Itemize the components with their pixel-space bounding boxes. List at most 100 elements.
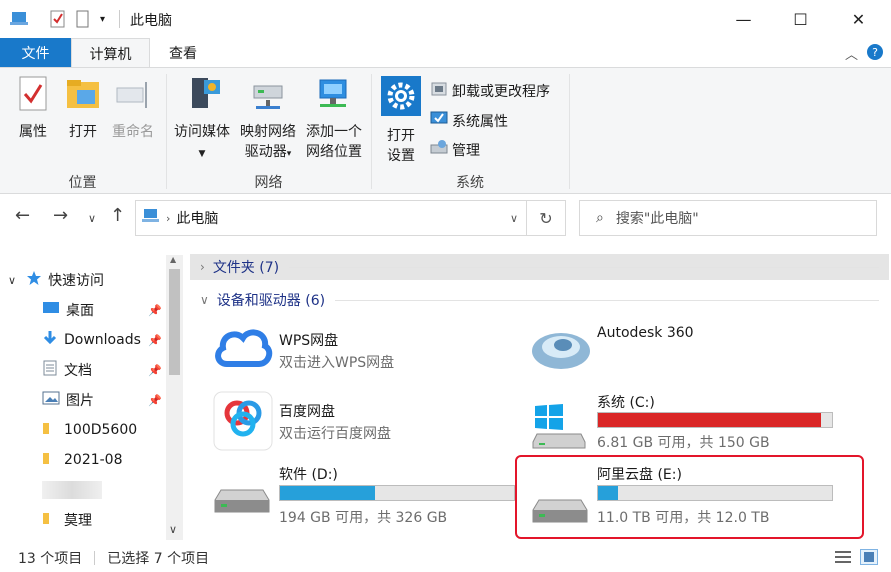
properties-quick-icon[interactable] xyxy=(50,10,66,32)
nav-quick-access[interactable]: ∨ 快速访问 xyxy=(8,266,104,294)
map-drive-label-1: 映射网络 xyxy=(240,124,296,140)
tab-computer[interactable]: 计算机 xyxy=(71,38,150,68)
device-tile-baidu[interactable]: 百度网盘 双击运行百度网盘 xyxy=(213,391,533,465)
nav-item-desktop[interactable]: 桌面 xyxy=(42,296,94,324)
properties-icon xyxy=(12,76,54,118)
explorer-app-icon[interactable] xyxy=(10,10,30,32)
scrollbar-thumb[interactable] xyxy=(169,269,180,375)
expand-chevron-icon[interactable]: ∨ xyxy=(8,274,16,287)
scroll-down-icon[interactable]: ∨ xyxy=(169,523,177,536)
devices-group-header[interactable]: ∨ 设备和驱动器 (6) xyxy=(190,287,889,313)
hard-drive-icon xyxy=(213,488,273,522)
search-icon: ⌕ xyxy=(596,210,604,226)
settings-gear-icon xyxy=(378,76,424,122)
desktop-icon xyxy=(42,301,60,319)
device-name: 系统 (C:) xyxy=(597,395,655,411)
quick-access-label: 快速访问 xyxy=(48,273,105,289)
folder-icon xyxy=(42,451,58,469)
search-input[interactable]: ⌕ 搜索"此电脑" xyxy=(579,200,877,236)
media-server-icon xyxy=(170,76,234,118)
access-media-label: 访问媒体 xyxy=(174,124,230,140)
map-drive-label-2: 驱动器 xyxy=(244,144,287,160)
nav-item-label: 桌面 xyxy=(66,303,94,319)
refresh-button[interactable]: ↻ xyxy=(526,200,566,236)
drive-usage-fill xyxy=(598,413,822,427)
drive-usage-fill xyxy=(280,486,375,500)
uninstall-icon xyxy=(430,80,448,102)
device-tile-wps[interactable]: WPS网盘 双击进入WPS网盘 xyxy=(213,329,533,394)
pin-icon[interactable]: 📌 xyxy=(148,394,162,407)
nav-item-downloads[interactable]: Downloads xyxy=(42,326,141,354)
open-button[interactable]: 打开 xyxy=(62,76,104,142)
device-tile-autodesk[interactable]: Autodesk 360 xyxy=(531,325,851,389)
system-properties-button[interactable]: 系统属性 xyxy=(430,110,508,132)
uninstall-label: 卸载或更改程序 xyxy=(452,84,550,100)
add-network-location-button[interactable]: 添加一个 网络位置 xyxy=(302,76,366,162)
device-name: Autodesk 360 xyxy=(597,325,694,341)
large-icons-view-icon[interactable] xyxy=(860,549,878,565)
nav-item-documents[interactable]: 文档 xyxy=(42,356,92,384)
maximize-button[interactable]: ☐ xyxy=(773,0,828,38)
pin-icon[interactable]: 📌 xyxy=(148,304,162,317)
wps-cloud-icon xyxy=(213,324,273,374)
nav-item-folder-moli[interactable]: 莫理 xyxy=(42,506,92,534)
collapse-ribbon-icon[interactable]: ︿ xyxy=(845,44,858,63)
tab-view[interactable]: 查看 xyxy=(155,38,211,68)
nav-item-folder-100d5600[interactable]: 100D5600 xyxy=(42,416,137,444)
document-icon xyxy=(42,360,58,380)
nav-item-blurred[interactable] xyxy=(42,476,102,504)
close-button[interactable]: ✕ xyxy=(831,0,886,38)
minimize-button[interactable]: — xyxy=(716,0,771,38)
manage-label: 管理 xyxy=(452,143,480,159)
navigation-pane: ∨ 快速访问 桌面 📌 Downloads 📌 文档 📌 图片 📌 100D56… xyxy=(0,255,185,540)
drive-space-info: 6.81 GB 可用，共 150 GB xyxy=(597,435,770,451)
address-bar[interactable]: › 此电脑 ∨ xyxy=(135,200,527,236)
item-count: 13 个项目 xyxy=(18,550,83,567)
properties-button[interactable]: 属性 xyxy=(12,76,54,142)
pin-icon[interactable]: 📌 xyxy=(148,364,162,377)
chevron-down-icon: ∨ xyxy=(200,293,209,307)
add-location-label-2: 网络位置 xyxy=(306,144,362,160)
open-settings-button[interactable]: 打开 设置 xyxy=(378,76,424,166)
nav-item-label: 100D5600 xyxy=(64,422,138,438)
details-view-icon[interactable] xyxy=(834,549,852,565)
window-title: 此电脑 xyxy=(130,13,172,29)
help-icon[interactable]: ? xyxy=(866,43,884,65)
nav-item-folder-2021-08[interactable]: 2021-08 xyxy=(42,446,123,474)
uninstall-program-button[interactable]: 卸载或更改程序 xyxy=(430,80,550,102)
up-icon[interactable]: ↑ xyxy=(110,205,125,226)
forward-icon[interactable]: → xyxy=(53,205,68,226)
access-media-button[interactable]: 访问媒体 ▼ xyxy=(170,76,234,164)
quick-access-dropdown-icon[interactable]: ▾ xyxy=(100,14,105,25)
map-network-drive-button[interactable]: 映射网络 驱动器▾ xyxy=(236,76,300,164)
nav-item-pictures[interactable]: 图片 xyxy=(42,386,94,414)
ribbon-separator xyxy=(569,74,570,189)
address-history-dropdown-icon[interactable]: ∨ xyxy=(510,212,518,225)
folders-group-header[interactable]: › 文件夹 (7) xyxy=(190,254,889,280)
breadcrumb-chevron-icon[interactable]: › xyxy=(166,212,170,225)
nav-scrollbar[interactable]: ▲ ∨ xyxy=(166,255,183,540)
device-tile-drive-d[interactable]: 软件 (D:) 194 GB 可用，共 326 GB xyxy=(213,464,533,528)
group-label-network: 网络 xyxy=(254,175,283,191)
new-folder-quick-icon[interactable] xyxy=(76,10,90,32)
rename-icon xyxy=(108,76,158,118)
ribbon: 属性 打开 重命名 位置 访问媒体 ▼ 映射网络 驱动器▾ 添加一个 网络位置 xyxy=(0,67,891,194)
rename-button[interactable]: 重命名 xyxy=(108,76,158,142)
breadcrumb-this-pc[interactable]: 此电脑 xyxy=(176,208,218,228)
pin-icon[interactable]: 📌 xyxy=(148,334,162,347)
device-tile-drive-c[interactable]: 系统 (C:) 6.81 GB 可用，共 150 GB xyxy=(531,392,851,456)
access-media-dropdown-icon: ▼ xyxy=(198,149,206,159)
scroll-up-icon[interactable]: ▲ xyxy=(170,255,176,264)
recent-locations-icon[interactable]: ∨ xyxy=(88,212,96,225)
back-icon[interactable]: ← xyxy=(15,205,30,226)
autodesk-360-icon xyxy=(531,325,591,375)
picture-icon xyxy=(42,391,60,409)
folders-group-label: 文件夹 (7) xyxy=(212,260,280,276)
device-subtitle: 双击运行百度网盘 xyxy=(279,426,391,442)
tab-file[interactable]: 文件 xyxy=(0,38,71,68)
network-drive-icon xyxy=(236,76,300,118)
system-properties-icon xyxy=(430,110,448,132)
nav-item-label: 2021-08 xyxy=(64,452,123,468)
manage-icon xyxy=(430,139,448,161)
manage-button[interactable]: 管理 xyxy=(430,139,480,161)
